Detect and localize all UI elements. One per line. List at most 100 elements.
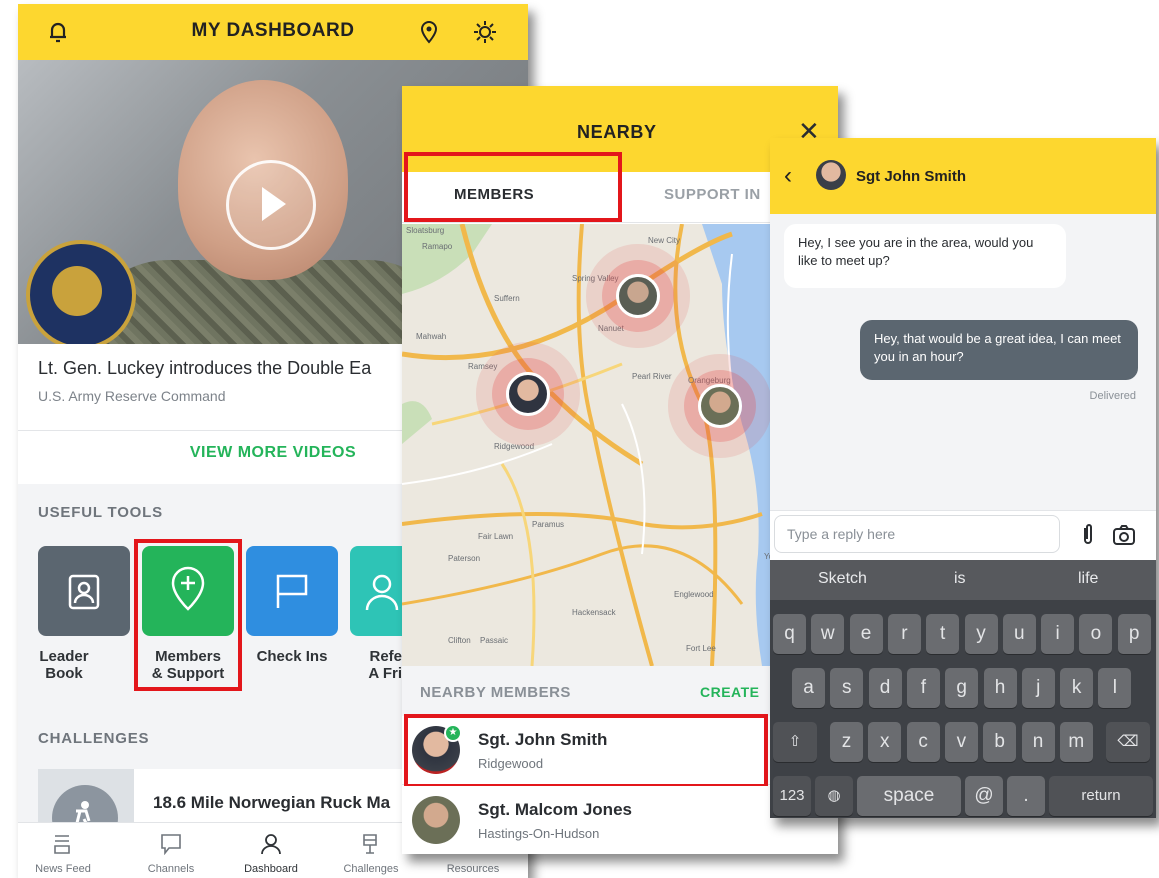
chat-bubble-icon [161, 834, 181, 855]
map-label: Mahwah [416, 332, 447, 341]
key-l[interactable]: l [1098, 668, 1132, 708]
backspace-key[interactable]: ⌫ [1106, 722, 1150, 762]
key-d[interactable]: d [868, 668, 902, 708]
key-z[interactable]: z [830, 722, 863, 762]
camera-icon[interactable] [1112, 524, 1136, 546]
return-key[interactable]: return [1049, 776, 1153, 816]
attachment-icon[interactable] [1080, 524, 1096, 546]
key-p[interactable]: p [1117, 614, 1151, 654]
nearby-title: NEARBY [577, 122, 657, 142]
key-i[interactable]: i [1041, 614, 1075, 654]
tool-label-leader-book: Leader Book [39, 648, 89, 682]
tab-label: Resources [446, 863, 500, 875]
contact-name: Sgt John Smith [856, 168, 966, 185]
contact-book-icon [68, 574, 100, 610]
page-title: MY DASHBOARD [191, 20, 355, 41]
map-label: Paramus [532, 520, 565, 529]
map-label: New City [648, 236, 681, 245]
globe-key[interactable]: ◍ [815, 776, 853, 816]
map-label: Paterson [448, 554, 481, 563]
key-m[interactable]: m [1059, 722, 1093, 762]
map-label: Ramsey [468, 362, 498, 371]
settings-gear-icon[interactable] [473, 20, 497, 44]
army-reserve-seal [26, 240, 136, 344]
tool-check-ins[interactable] [246, 546, 338, 636]
map-label: Ridgewood [494, 442, 535, 451]
tab-label: Challenges [343, 863, 399, 875]
tool-label-check-ins: Check Ins [256, 648, 328, 665]
key-t[interactable]: t [926, 614, 960, 654]
tab-label: Channels [147, 863, 195, 875]
key-h[interactable]: h [983, 668, 1017, 708]
tab-support[interactable]: SUPPORT IN [664, 186, 761, 203]
key-q[interactable]: q [773, 614, 806, 654]
highlight-box-members-tab [404, 152, 622, 222]
challenges-heading: CHALLENGES [38, 730, 150, 747]
key-c[interactable]: c [906, 722, 940, 762]
period-key[interactable]: . [1007, 776, 1045, 816]
person-icon [261, 834, 281, 855]
outgoing-message: Hey, that would be a great idea, I can m… [860, 320, 1138, 380]
key-f[interactable]: f [906, 668, 940, 708]
key-k[interactable]: k [1060, 668, 1094, 708]
chat-screen: ‹ Sgt John Smith Hey, I see you are in t… [770, 138, 1156, 818]
highlight-box-member-row [404, 714, 768, 788]
flag-icon [276, 574, 308, 608]
numbers-key[interactable]: 123 [773, 776, 811, 816]
shift-key[interactable]: ⇧ [773, 722, 817, 762]
video-title[interactable]: Lt. Gen. Luckey introduces the Double Ea [38, 358, 371, 379]
map-label: Hackensack [572, 608, 616, 617]
member-name: Sgt. Malcom Jones [478, 800, 632, 819]
key-e[interactable]: e [849, 614, 883, 654]
tab-dashboard[interactable]: Dashboard [226, 823, 316, 878]
map-label: Suffern [494, 294, 520, 303]
chat-header: ‹ Sgt John Smith [770, 138, 1156, 214]
highlight-box-members-support [134, 539, 242, 691]
dashboard-header: MY DASHBOARD [18, 4, 528, 60]
reply-input[interactable] [774, 515, 1060, 553]
key-v[interactable]: v [944, 722, 978, 762]
location-pin-icon[interactable] [420, 20, 438, 44]
key-x[interactable]: x [868, 722, 902, 762]
suggestion[interactable]: is [954, 570, 966, 588]
back-chevron-icon[interactable]: ‹ [784, 162, 792, 190]
map-pin-member[interactable] [698, 384, 742, 428]
map-label: Sloatsburg [406, 226, 445, 235]
map-label: Spring Valley [572, 274, 619, 283]
member-location: Hastings-On-Hudson [478, 826, 600, 841]
space-key[interactable]: space [857, 776, 961, 816]
key-y[interactable]: y [964, 614, 998, 654]
key-s[interactable]: s [830, 668, 864, 708]
tab-label: News Feed [35, 863, 91, 875]
key-w[interactable]: w [811, 614, 845, 654]
nearby-members-heading: NEARBY MEMBERS [420, 684, 571, 701]
key-o[interactable]: o [1079, 614, 1113, 654]
suggestion[interactable]: life [1078, 570, 1098, 588]
map-pin-member[interactable] [506, 372, 550, 416]
key-j[interactable]: j [1021, 668, 1055, 708]
map-pin-member[interactable] [616, 274, 660, 318]
incoming-message: Hey, I see you are in the area, would yo… [784, 224, 1066, 288]
tool-label-refer-a-friend: Refe A Fri [368, 648, 402, 682]
trophy-icon [363, 834, 377, 854]
avatar [412, 796, 460, 844]
key-u[interactable]: u [1002, 614, 1036, 654]
key-r[interactable]: r [887, 614, 921, 654]
news-feed-icon [54, 835, 70, 854]
tab-news-feed[interactable]: News Feed [18, 823, 108, 878]
at-key[interactable]: @ [965, 776, 1003, 816]
suggestion[interactable]: Sketch [818, 570, 867, 588]
create-button[interactable]: CREATE [700, 684, 760, 700]
map-label: Fort Lee [686, 644, 716, 653]
useful-tools-heading: USEFUL TOOLS [38, 504, 163, 521]
key-a[interactable]: a [792, 668, 825, 708]
map-label: Nanuet [598, 324, 624, 333]
tab-channels[interactable]: Channels [126, 823, 216, 878]
tool-leader-book[interactable] [38, 546, 130, 636]
play-button[interactable] [226, 160, 316, 250]
key-n[interactable]: n [1021, 722, 1055, 762]
avatar [816, 160, 846, 190]
key-g[interactable]: g [945, 668, 979, 708]
key-b[interactable]: b [983, 722, 1017, 762]
map-label: Englewood [674, 590, 714, 599]
